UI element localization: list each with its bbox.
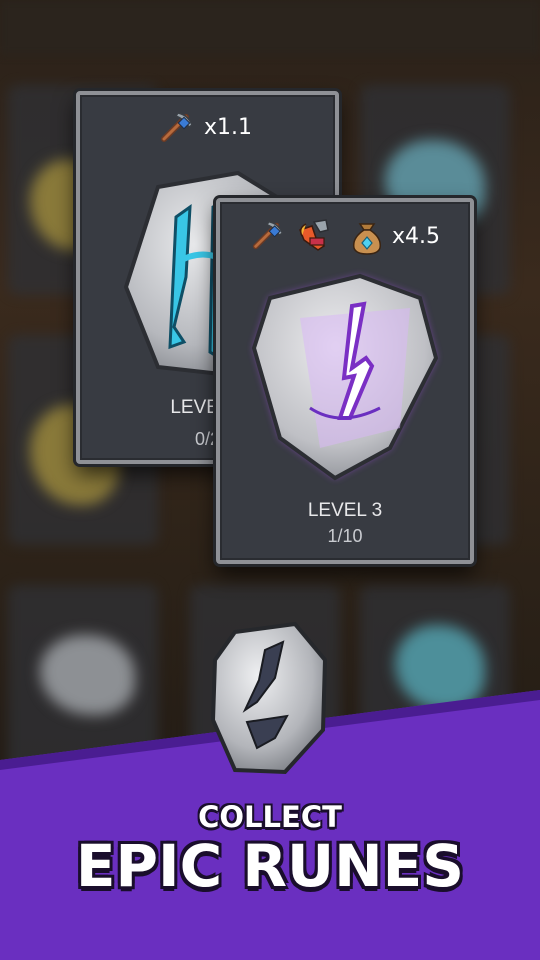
plain-rune-stone bbox=[210, 621, 328, 775]
promo-line-2: EPIC RUNES bbox=[75, 832, 465, 900]
promo-line-1: COLLECT bbox=[198, 800, 342, 834]
game-screen: x1.1 LEVEL 2 0/2 x4.5 LEVEL 3 1/10 COLLE… bbox=[0, 0, 540, 960]
